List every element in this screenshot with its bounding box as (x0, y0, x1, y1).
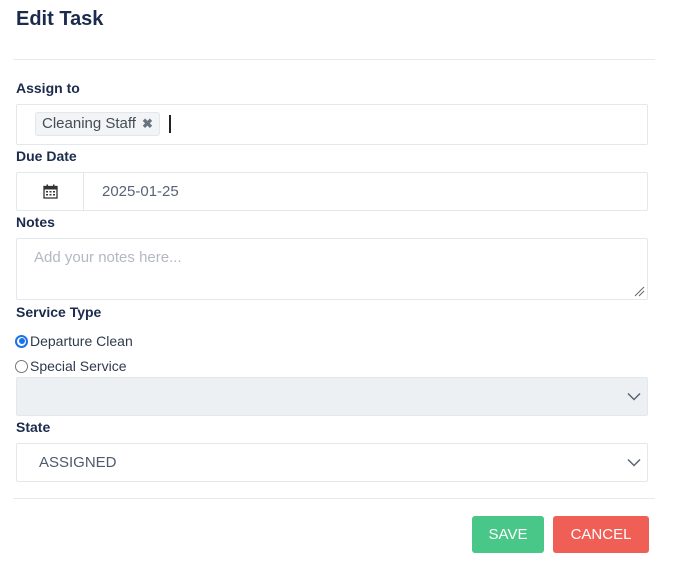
notes-placeholder: Add your notes here... (34, 249, 182, 266)
due-date-value: 2025-01-25 (102, 183, 179, 200)
text-caret (169, 115, 171, 133)
assignee-chip-label: Cleaning Staff (42, 115, 136, 132)
save-button[interactable]: SAVE (472, 516, 544, 553)
chevron-down-icon (627, 392, 641, 401)
header-divider (13, 59, 655, 60)
radio-special-service[interactable]: Special Service (15, 358, 127, 374)
due-date-field[interactable]: 2025-01-25 (16, 172, 648, 211)
special-service-label: Special Service (30, 358, 127, 374)
assignee-chip: Cleaning Staff ✖ (35, 112, 160, 136)
calendar-icon (42, 184, 58, 199)
radio-unchecked-icon[interactable] (15, 359, 28, 373)
notes-textarea[interactable]: Add your notes here... (16, 238, 648, 300)
state-value: ASSIGNED (39, 454, 117, 471)
radio-departure-clean[interactable]: Departure Clean (15, 333, 133, 349)
special-service-select[interactable] (16, 377, 648, 416)
dialog-title: Edit Task (16, 8, 104, 30)
radio-checked-icon[interactable] (15, 334, 28, 348)
assign-to-input[interactable]: Cleaning Staff ✖ (16, 104, 648, 145)
due-date-label: Due Date (16, 148, 77, 164)
assign-to-label: Assign to (16, 80, 80, 96)
service-type-label: Service Type (16, 304, 102, 320)
calendar-button[interactable] (17, 173, 84, 210)
departure-clean-label: Departure Clean (30, 333, 133, 349)
notes-label: Notes (16, 214, 55, 230)
state-select[interactable]: ASSIGNED (16, 443, 648, 482)
resize-handle-icon[interactable] (634, 286, 645, 297)
cancel-button[interactable]: CANCEL (553, 516, 649, 553)
footer-divider (13, 498, 655, 499)
chevron-down-icon (627, 458, 641, 467)
state-label: State (16, 419, 51, 435)
close-icon[interactable]: ✖ (142, 113, 153, 135)
